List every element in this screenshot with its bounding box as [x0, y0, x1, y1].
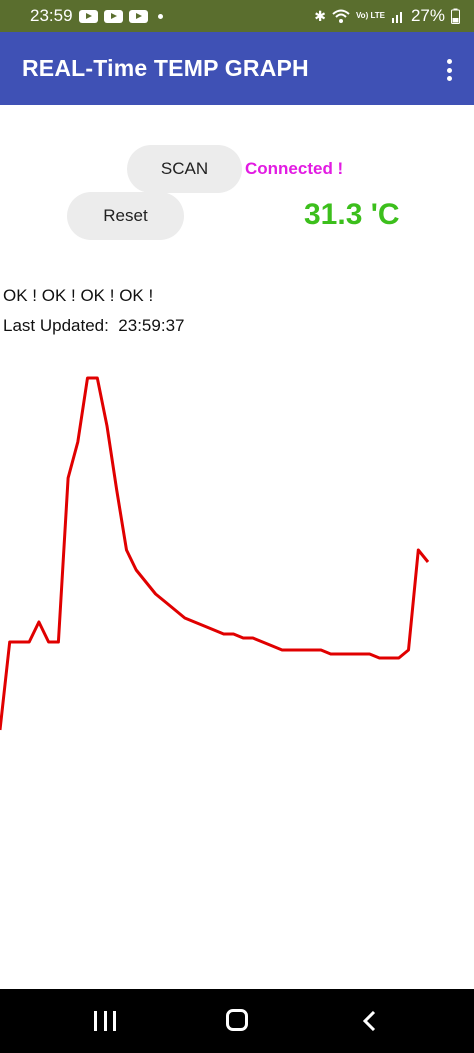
- more-notifications-icon: [157, 13, 163, 19]
- connection-status: Connected !: [245, 159, 344, 178]
- battery-percent: 27%: [410, 6, 445, 25]
- home-icon[interactable]: [226, 1009, 248, 1031]
- youtube-notification-icon: [103, 9, 123, 23]
- volte-label: Vo) LTE: [355, 11, 385, 20]
- temperature-graph: [0, 376, 430, 731]
- app-title: REAL-Time TEMP GRAPH: [22, 55, 309, 81]
- overflow-menu-icon[interactable]: [446, 59, 452, 81]
- status-time: 23:59: [30, 6, 73, 25]
- status-left: 23:59: [30, 6, 163, 26]
- back-icon[interactable]: [362, 1011, 376, 1031]
- youtube-notification-icon: [128, 9, 148, 23]
- bluetooth-icon: ✱: [314, 8, 326, 24]
- temperature-series-line: [0, 376, 430, 731]
- temperature-reading: 31.3 'C: [304, 198, 400, 231]
- wifi-icon: [332, 9, 350, 23]
- ok-messages: OK ! OK ! OK ! OK !: [3, 286, 154, 305]
- scan-button[interactable]: SCAN: [127, 145, 242, 193]
- signal-icon: [391, 12, 402, 23]
- battery-charging-icon: [451, 8, 460, 24]
- status-right: ✱ Vo) LTE 27%: [314, 6, 460, 26]
- last-updated: Last Updated: 23:59:37: [3, 316, 185, 335]
- app-bar: REAL-Time TEMP GRAPH: [0, 32, 474, 105]
- reset-button[interactable]: Reset: [67, 192, 184, 240]
- navigation-bar: [0, 989, 474, 1053]
- recents-icon[interactable]: [94, 1011, 116, 1031]
- status-bar: 23:59 ✱ Vo) LTE 27%: [0, 0, 474, 32]
- youtube-notification-icon: [78, 9, 98, 23]
